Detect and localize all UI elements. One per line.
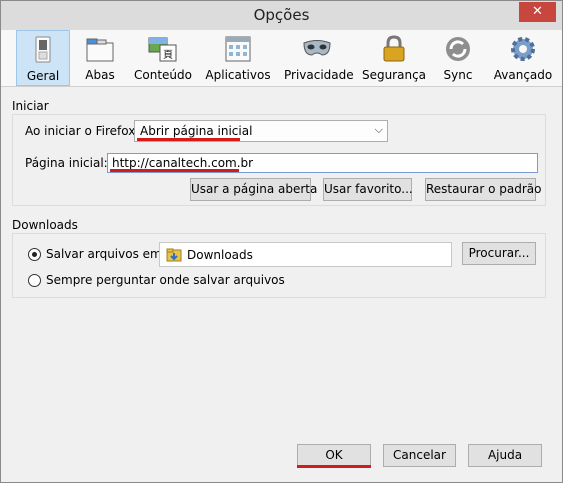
mask-icon [303, 40, 331, 56]
save-to-radio[interactable] [28, 248, 41, 261]
tab-abas[interactable]: Abas [74, 30, 126, 86]
gear-icon [511, 37, 535, 61]
highlight-underline [297, 465, 371, 468]
tab-aplicativos[interactable]: Aplicativos [205, 30, 271, 86]
tab-geral-label: Geral [26, 69, 60, 83]
tab-geral[interactable]: Geral [16, 30, 70, 86]
when-start-value: Abrir página inicial [140, 124, 253, 138]
when-start-label: Ao iniciar o Firefox: [25, 124, 140, 138]
switch-icon [35, 36, 51, 63]
svg-text:頁: 頁 [163, 49, 173, 61]
always-ask-label: Sempre perguntar onde salvar arquivos [46, 273, 285, 287]
browse-button[interactable]: Procurar... [462, 242, 536, 265]
padlock-icon [383, 35, 405, 62]
help-button[interactable]: Ajuda [468, 444, 542, 467]
window-title: Opções [253, 6, 310, 24]
download-folder-name: Downloads [187, 248, 253, 262]
tab-avancado[interactable]: Avançado [493, 30, 553, 86]
folder-icon [166, 248, 182, 262]
cancel-button[interactable]: Cancelar [383, 444, 456, 467]
tab-conteudo-label: Conteúdo [134, 68, 192, 82]
homepage-value: http://canaltech.com.br [112, 156, 254, 170]
ok-button[interactable]: OK [297, 444, 371, 467]
use-bookmark-button[interactable]: Usar favorito... [323, 178, 413, 201]
always-ask-radio[interactable] [28, 274, 41, 287]
tab-aplicativos-label: Aplicativos [205, 68, 271, 82]
downloads-group-title: Downloads [12, 218, 78, 232]
highlight-underline [110, 169, 239, 172]
close-button[interactable]: ✕ [519, 2, 556, 22]
tab-seguranca[interactable]: Segurança [361, 30, 427, 86]
startup-group-title: Iniciar [12, 99, 49, 113]
tab-sync-label: Sync [443, 68, 473, 82]
tab-seguranca-label: Segurança [361, 68, 427, 82]
highlight-underline [137, 138, 240, 141]
homepage-label: Página inicial: [25, 156, 108, 170]
restore-default-button[interactable]: Restaurar o padrão [425, 178, 542, 201]
download-folder-field[interactable]: Downloads [159, 242, 452, 267]
options-dialog: Opções ✕ Geral Abas 頁 Conteúdo Aplicativ… [0, 0, 563, 483]
tab-sync[interactable]: Sync [436, 30, 480, 86]
applications-icon [225, 36, 251, 62]
radio-selected-dot [32, 252, 37, 257]
chevron-down-icon: ⌵ [374, 123, 383, 136]
sync-icon [446, 37, 470, 61]
save-to-label: Salvar arquivos em: [46, 247, 166, 261]
tab-conteudo[interactable]: 頁 Conteúdo [134, 30, 192, 86]
options-toolbar: Geral Abas 頁 Conteúdo Aplicativos Privac… [1, 30, 562, 87]
tab-avancado-label: Avançado [493, 68, 553, 82]
tab-privacidade[interactable]: Privacidade [284, 30, 354, 86]
tab-privacidade-label: Privacidade [284, 68, 354, 82]
tab-abas-label: Abas [85, 68, 115, 82]
content-icon: 頁 [148, 37, 177, 62]
use-current-page-button[interactable]: Usar a página aberta [190, 178, 317, 201]
title-bar[interactable]: Opções ✕ [1, 1, 562, 30]
tabs-icon [86, 38, 114, 62]
